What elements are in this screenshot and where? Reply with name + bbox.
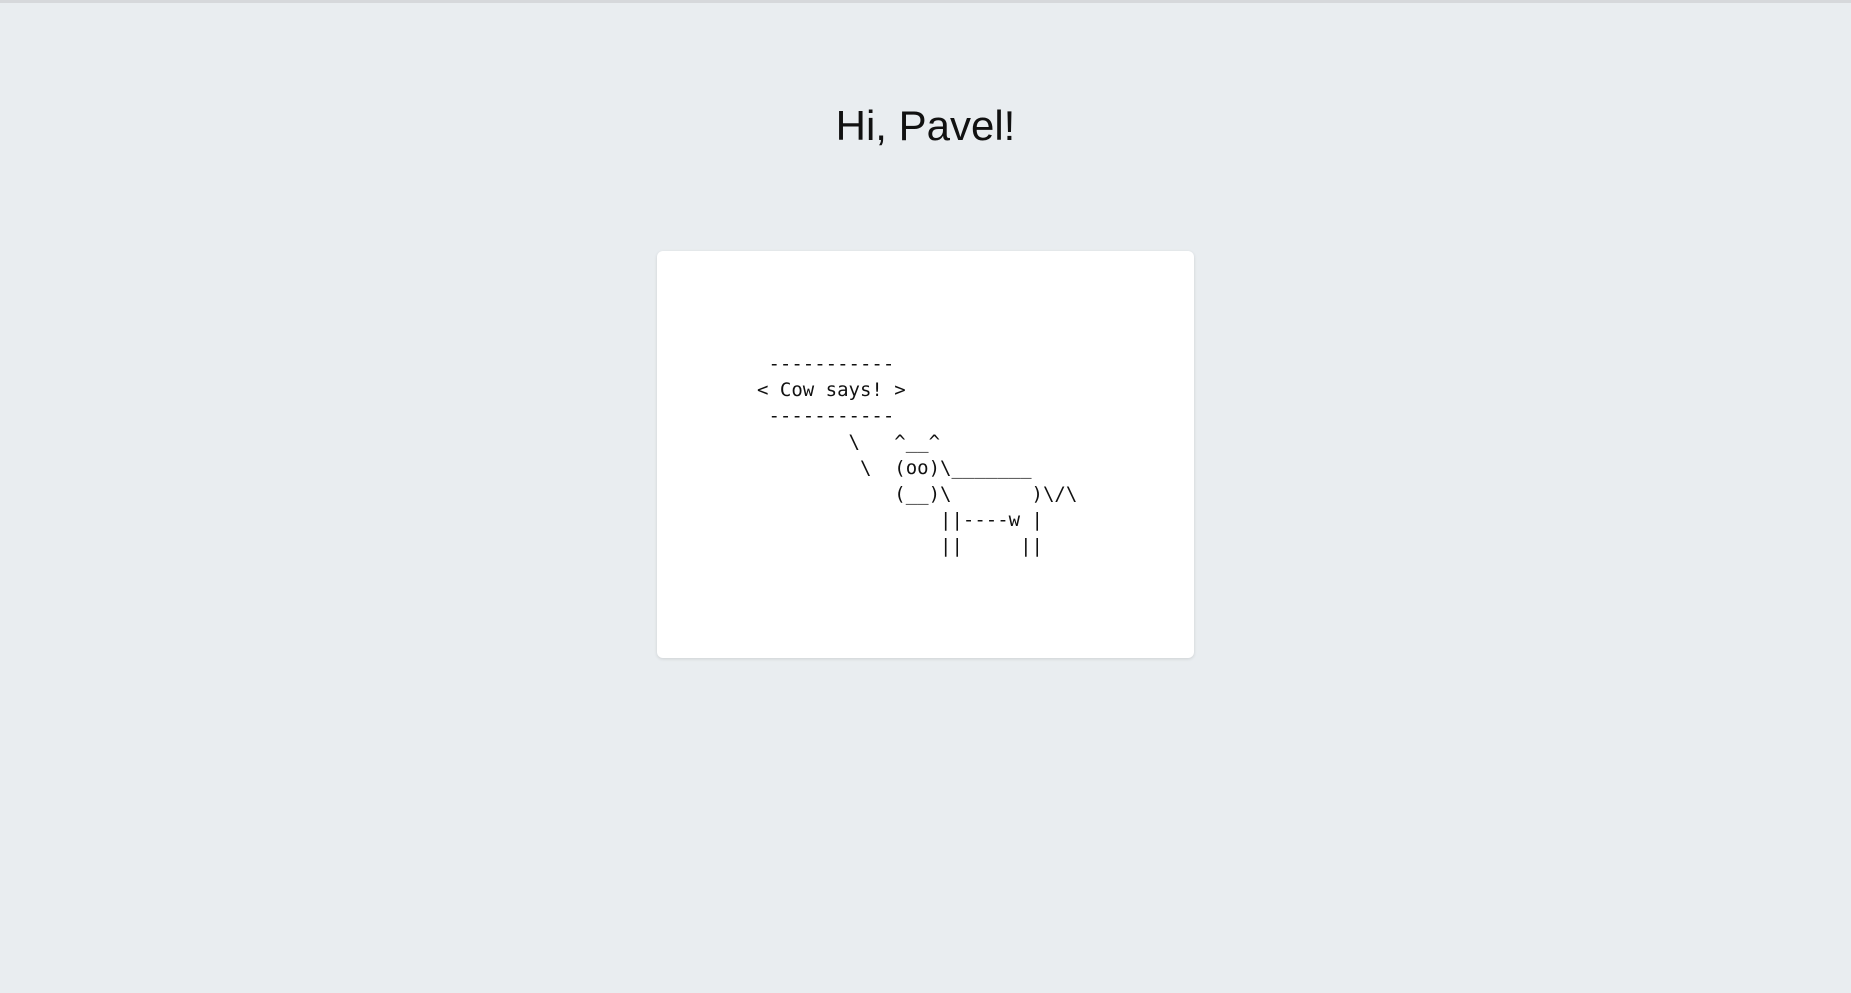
cow-card: ----------- < Cow says! > ----------- \ … bbox=[657, 251, 1194, 658]
cow-ascii-art: ----------- < Cow says! > ----------- \ … bbox=[757, 353, 1078, 557]
top-border bbox=[0, 0, 1851, 3]
page-title: Hi, Pavel! bbox=[835, 102, 1016, 149]
